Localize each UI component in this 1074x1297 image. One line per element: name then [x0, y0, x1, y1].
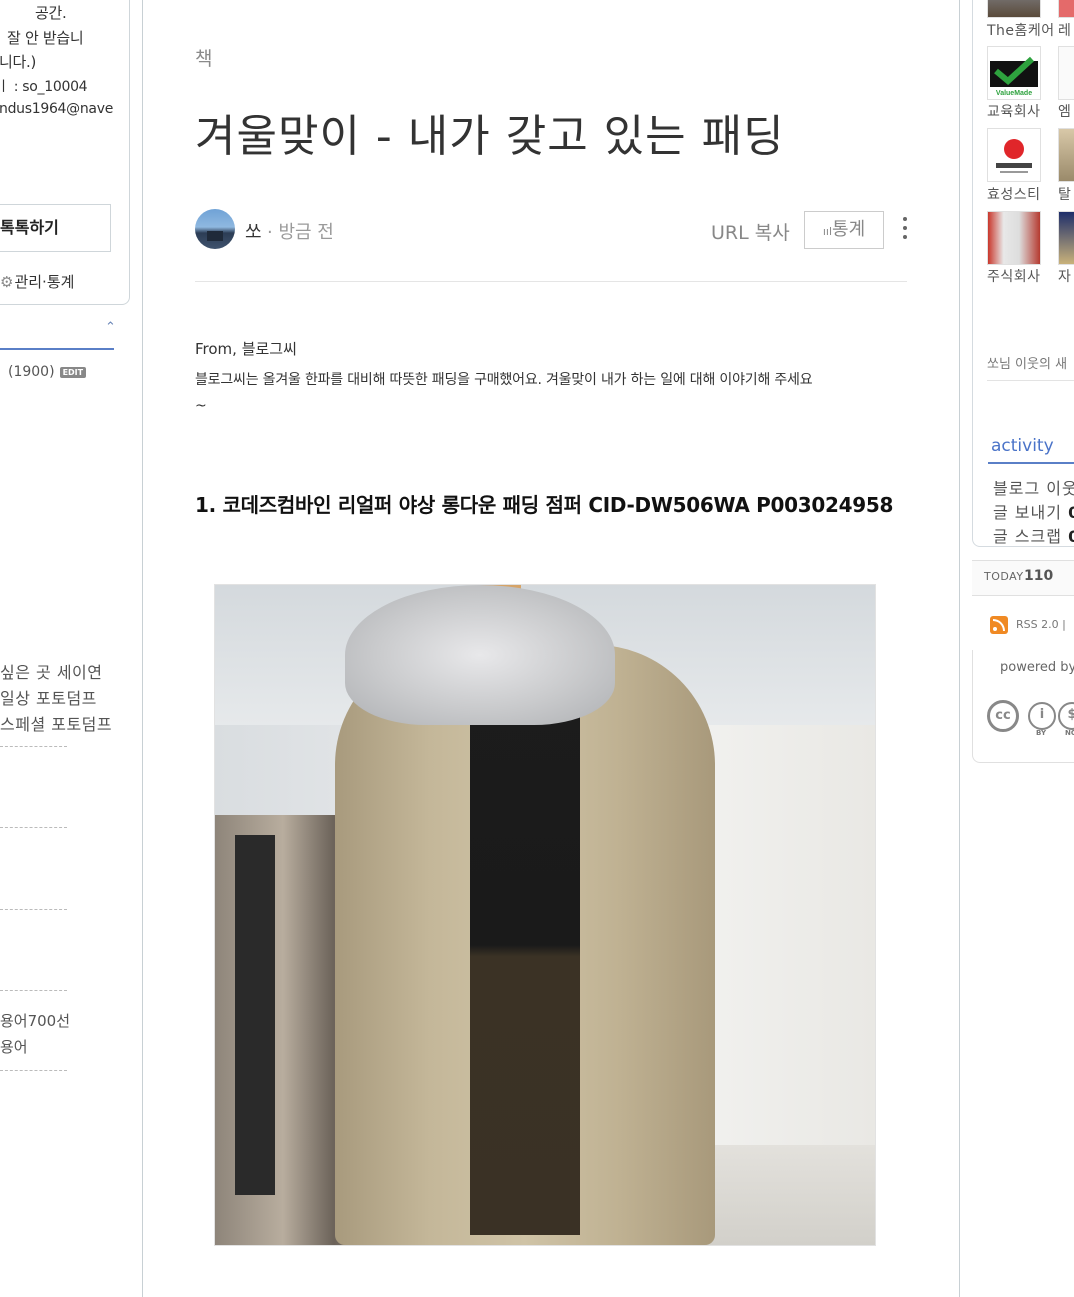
neighbor-label[interactable]: 교육회사	[987, 101, 1041, 121]
post-category[interactable]: 책	[195, 44, 212, 71]
bar-chart-icon: ııl	[822, 225, 833, 238]
coat-photo[interactable]	[214, 584, 876, 1246]
activity-blog-neighbors[interactable]: 블로그 이웃	[993, 475, 1074, 499]
neighbor-thumbnail[interactable]	[987, 0, 1041, 18]
header-divider	[195, 281, 907, 282]
hyosung-logo-icon	[996, 139, 1032, 173]
activity-value: 0	[1068, 527, 1074, 546]
activity-send-posts[interactable]: 글 보내기 0	[993, 499, 1074, 523]
dashed-divider	[0, 827, 67, 828]
post-title: 겨울맞이 - 내가 갖고 있는 패딩	[195, 111, 785, 162]
neighbor-label[interactable]: 주식회사	[987, 266, 1041, 286]
author-name[interactable]: 쏘	[245, 218, 262, 244]
profile-box: 공간. 잘 안 받습니 니다.) ㅣ : so_10004 ndus1964@n…	[0, 0, 130, 305]
neighbor-thumbnail[interactable]	[1058, 128, 1074, 182]
activity-label: 글 스크랩	[993, 527, 1062, 546]
prompt-from: From, 블로그씨	[195, 340, 297, 358]
category-item[interactable]: (1900) EDIT	[8, 364, 87, 380]
activity-underline	[988, 462, 1074, 464]
profile-text-line: 공간.	[35, 4, 67, 22]
neighbor-label[interactable]: 자	[1058, 266, 1071, 286]
dashed-divider	[0, 909, 67, 910]
category-count: (1900)	[8, 364, 55, 380]
powered-by-text: powered by	[1000, 660, 1074, 675]
dashed-divider	[0, 746, 67, 747]
dashed-divider	[0, 1070, 67, 1071]
manage-stats-label: 관리·통계	[14, 273, 75, 291]
neighbor-thumbnail[interactable]	[1058, 46, 1074, 100]
cc-by-icon: i	[1028, 702, 1056, 730]
profile-email[interactable]: ndus1964@nave	[0, 101, 113, 117]
neighbor-thumbnail[interactable]	[1058, 211, 1074, 265]
neighbor-thumbnail[interactable]	[987, 211, 1041, 265]
prompt-text: ~	[195, 398, 207, 414]
activity-value: 0	[1068, 503, 1074, 522]
neighbor-label[interactable]: 탈	[1058, 184, 1071, 204]
neighbor-thumbnail[interactable]	[987, 128, 1041, 182]
more-options-icon[interactable]	[898, 213, 912, 243]
today-label: TODAY	[984, 570, 1024, 583]
talk-button[interactable]: 톡톡하기	[0, 204, 111, 252]
left-sidebar: 공간. 잘 안 받습니 니다.) ㅣ : so_10004 ndus1964@n…	[0, 0, 143, 1297]
creative-commons-icon[interactable]: cc	[987, 700, 1019, 732]
neighbor-thumbnail[interactable]	[1058, 0, 1074, 18]
recent-post-link[interactable]: 일상 포토덤프	[0, 685, 97, 709]
avatar[interactable]	[195, 209, 235, 249]
category-divider	[0, 348, 114, 350]
right-sidebar: The홈케어 레 ValueMade 교육회사 엠 효성스티 탈 주식회사 자 …	[960, 0, 1074, 1297]
recent-post-link[interactable]: 용어700선	[0, 1010, 70, 1031]
activity-label: 글 보내기	[993, 503, 1062, 522]
stats-label: 통계	[832, 219, 866, 240]
post-time: · 방금 전	[267, 222, 334, 243]
rss-icon	[990, 616, 1008, 634]
valuemade-logo-text: ValueMade	[996, 90, 1032, 97]
valuemade-logo-icon: ValueMade	[990, 56, 1038, 97]
manage-stats-link[interactable]: ⚙관리·통계	[0, 271, 74, 292]
section-divider	[987, 380, 1074, 381]
neighbor-label[interactable]: The홈케어	[987, 20, 1055, 40]
dashed-divider	[0, 990, 67, 991]
rss-link[interactable]: RSS 2.0 |	[990, 616, 1066, 634]
neighbors-new-posts-link[interactable]: 쏘님 이웃의 새	[987, 353, 1067, 372]
recent-post-link[interactable]: 스페셜 포토덤프	[0, 711, 112, 735]
prompt-text: 블로그씨는 올겨울 한파를 대비해 따뜻한 패딩을 구매했어요. 겨울맞이 내가…	[195, 372, 813, 388]
profile-text-line: 잘 안 받습니	[7, 29, 84, 47]
profile-text-line: 니다.)	[0, 53, 37, 71]
post-area: 책 겨울맞이 - 내가 갖고 있는 패딩 쏘 · 방금 전 URL 복사 ııl…	[143, 0, 960, 1297]
rss-label: RSS 2.0 |	[1016, 618, 1066, 631]
activity-label: 블로그 이웃	[993, 479, 1074, 498]
stats-button[interactable]: ııl통계	[804, 211, 884, 249]
neighbor-label[interactable]: 엠	[1058, 101, 1071, 121]
today-counter: TODAY 110	[972, 560, 1074, 596]
neighbor-thumbnail[interactable]: ValueMade	[987, 46, 1041, 100]
url-copy-button[interactable]: URL 복사	[711, 218, 790, 245]
activity-scrap-posts[interactable]: 글 스크랩 0	[993, 523, 1074, 547]
recent-post-link[interactable]: 싶은 곳 세이연	[0, 659, 103, 683]
today-value: 110	[1024, 568, 1054, 584]
profile-id: ㅣ : so_10004	[0, 79, 88, 95]
section-heading: 1. 코데즈컴바인 리얼퍼 야상 롱다운 패딩 점퍼 CID-DW506WA P…	[195, 493, 894, 517]
recent-post-link[interactable]: 용어	[0, 1036, 28, 1057]
edit-badge[interactable]: EDIT	[59, 366, 87, 378]
cc-nc-label: NC	[1065, 729, 1074, 737]
post-meta-row: 쏘 · 방금 전 URL 복사 ııl통계	[195, 209, 907, 251]
activity-title: activity	[991, 436, 1054, 456]
cc-by-label: BY	[1036, 729, 1047, 737]
chevron-up-icon[interactable]: ⌃	[105, 320, 116, 335]
neighbor-label[interactable]: 레	[1058, 20, 1071, 40]
neighbor-label[interactable]: 효성스티	[987, 184, 1041, 204]
gear-icon: ⚙	[0, 273, 14, 291]
